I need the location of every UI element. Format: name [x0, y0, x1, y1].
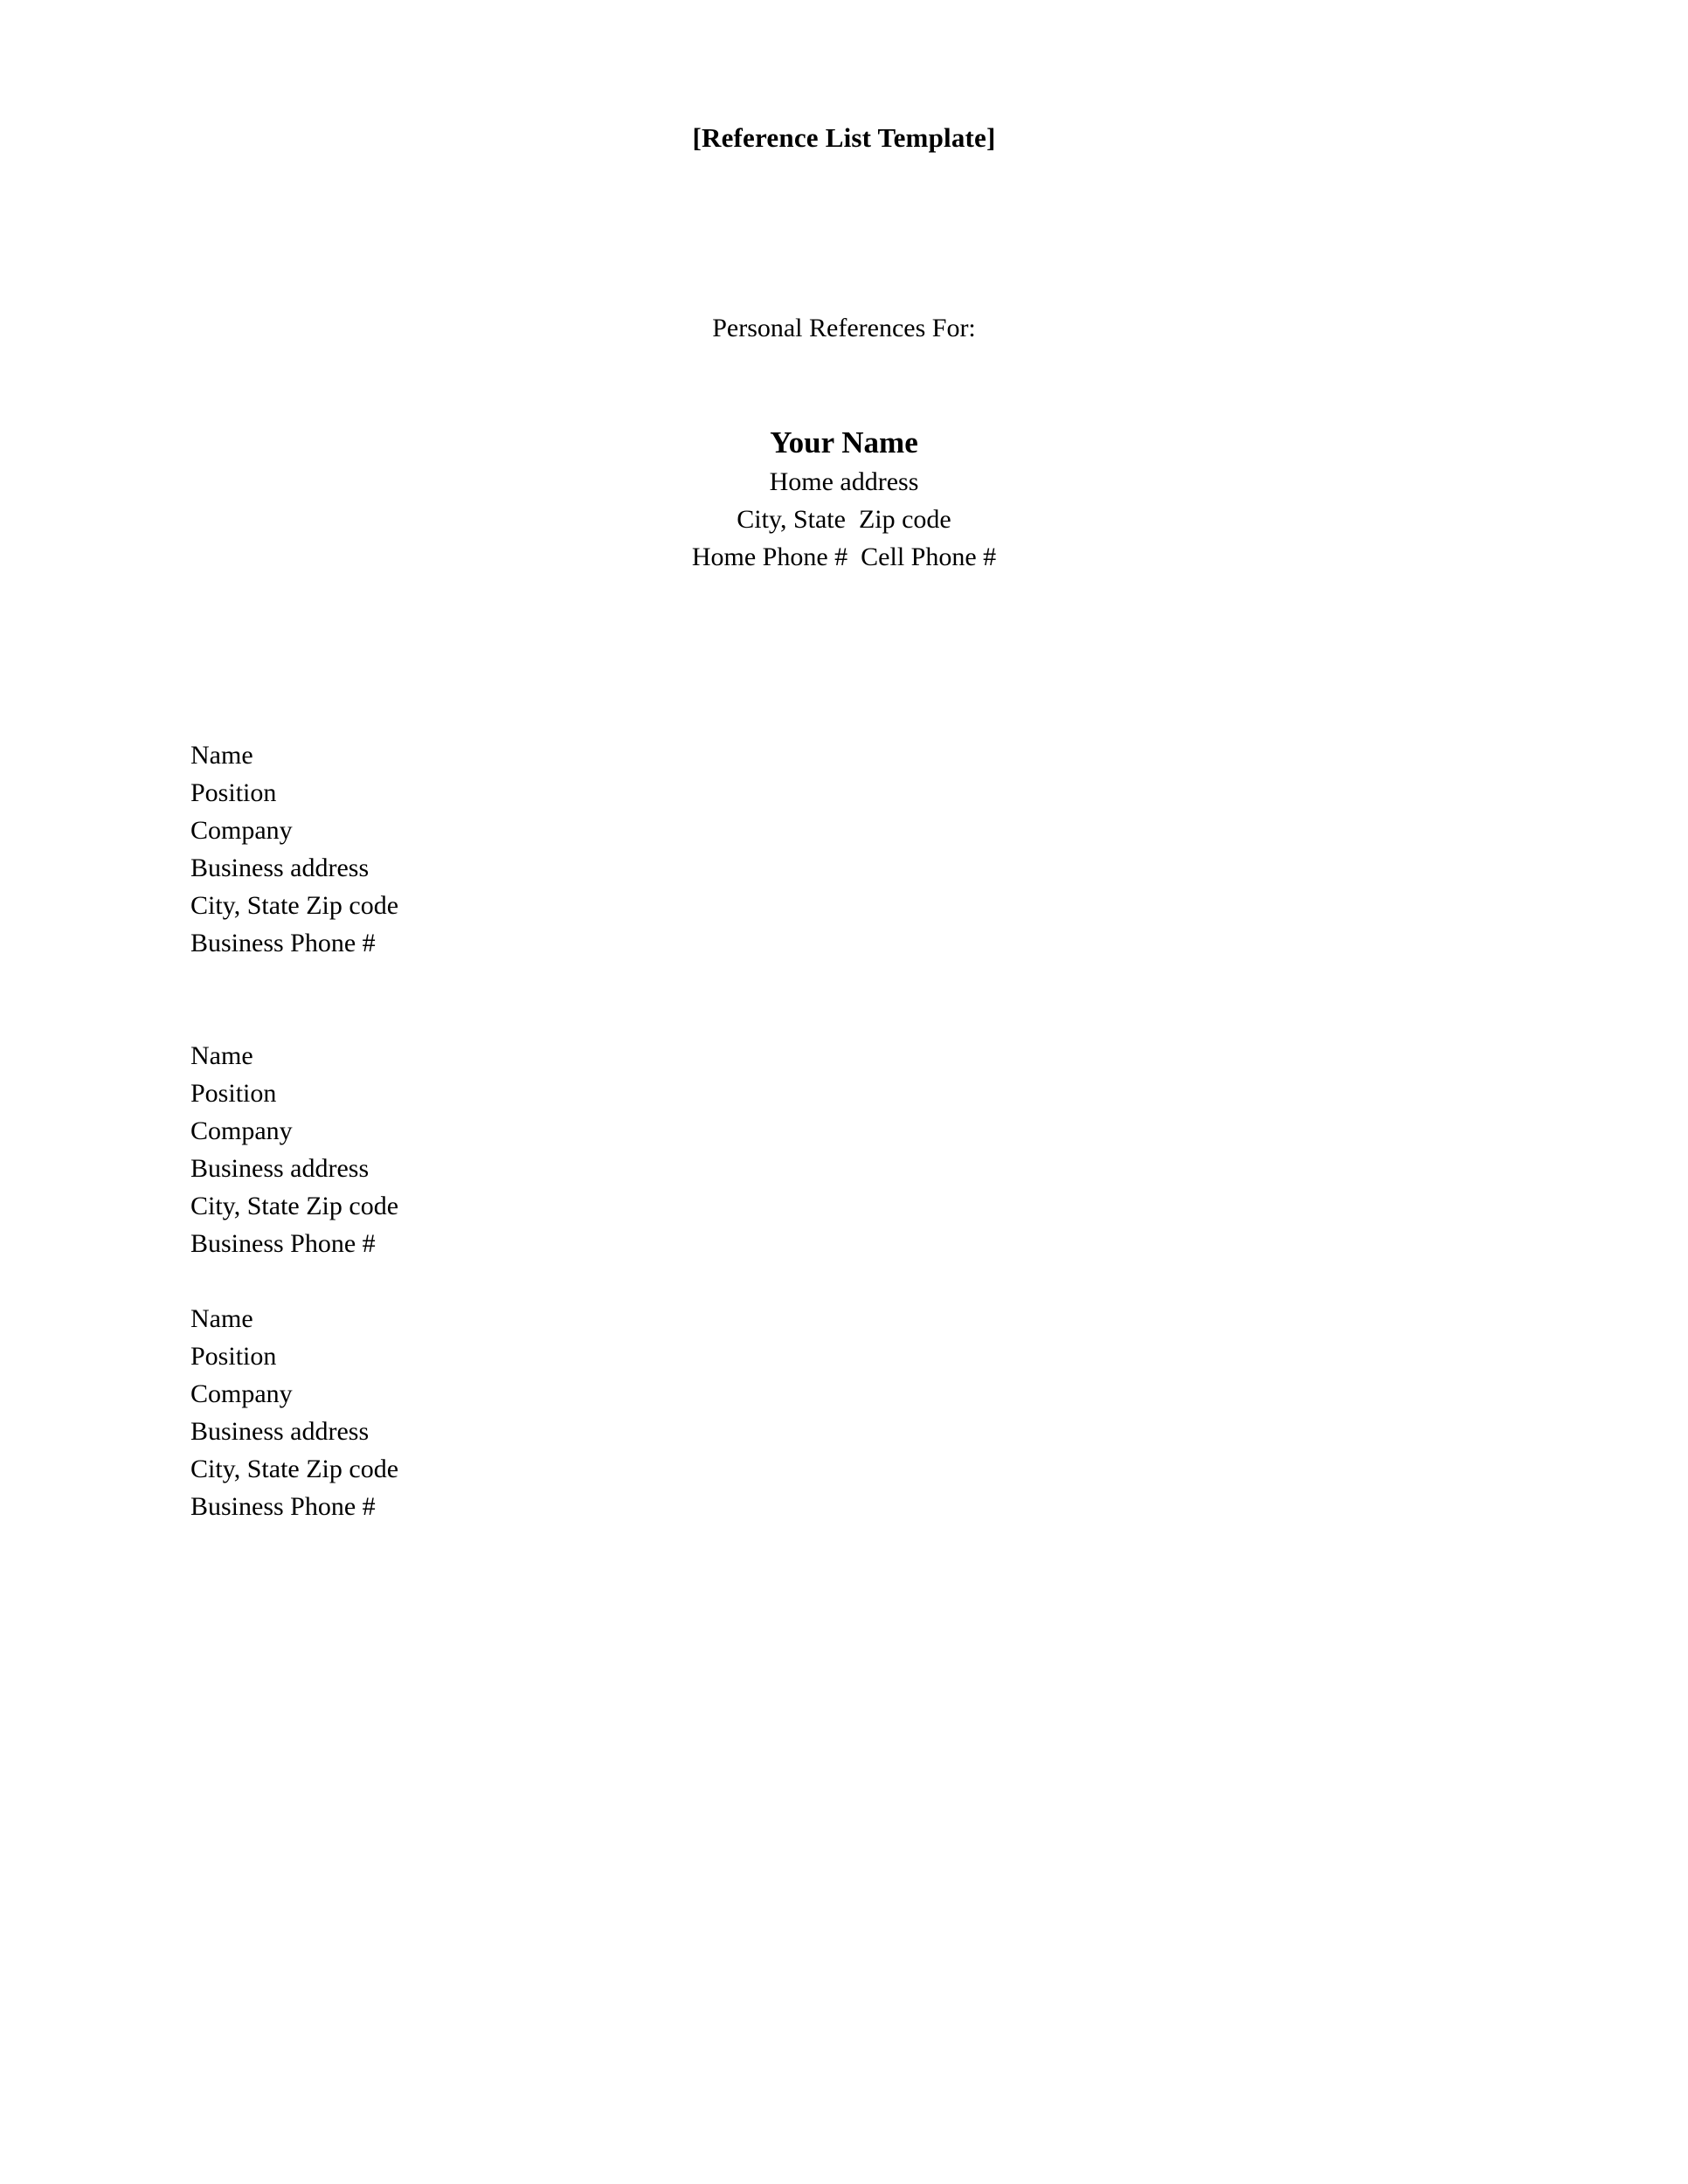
reference-position: Position [190, 778, 277, 807]
owner-city-state-zip: City, State Zip code [737, 505, 951, 534]
reference-position: Position [190, 1342, 277, 1371]
reference-city-state-zip: City, State Zip code [190, 891, 399, 920]
reference-business-address: Business address [190, 854, 370, 882]
reference-entry-2: Name Position Company Business address C… [190, 1037, 1414, 1262]
reference-company: Company [190, 816, 293, 845]
page-title: [Reference List Template] [692, 122, 996, 153]
reference-list: Name Position Company Business address C… [190, 736, 1414, 1525]
reference-name: Name [190, 1304, 253, 1333]
reference-business-address: Business address [190, 1417, 370, 1446]
reference-business-address: Business address [190, 1154, 370, 1183]
reference-city-state-zip: City, State Zip code [190, 1192, 399, 1220]
reference-entry-3: Name Position Company Business address C… [190, 1300, 1414, 1525]
reference-company: Company [190, 1379, 293, 1408]
reference-name: Name [190, 741, 253, 770]
reference-business-phone: Business Phone # [190, 929, 376, 957]
owner-home-address: Home address [769, 467, 919, 496]
reference-city-state-zip: City, State Zip code [190, 1455, 399, 1483]
reference-company: Company [190, 1116, 293, 1145]
reference-business-phone: Business Phone # [190, 1229, 376, 1258]
subject-line: Personal References For: [712, 314, 976, 342]
reference-position: Position [190, 1079, 277, 1108]
reference-spacer [190, 962, 1414, 1037]
owner-contact-block: Your Name Home address City, State Zip c… [0, 423, 1688, 576]
document-page: [Reference List Template] Personal Refer… [0, 0, 1688, 2184]
owner-phone-numbers: Home Phone # Cell Phone # [691, 543, 997, 571]
reference-name: Name [190, 1041, 253, 1070]
reference-entry-1: Name Position Company Business address C… [190, 736, 1414, 962]
reference-business-phone: Business Phone # [190, 1492, 376, 1521]
owner-name: Your Name [770, 425, 918, 460]
reference-spacer [190, 1262, 1414, 1300]
